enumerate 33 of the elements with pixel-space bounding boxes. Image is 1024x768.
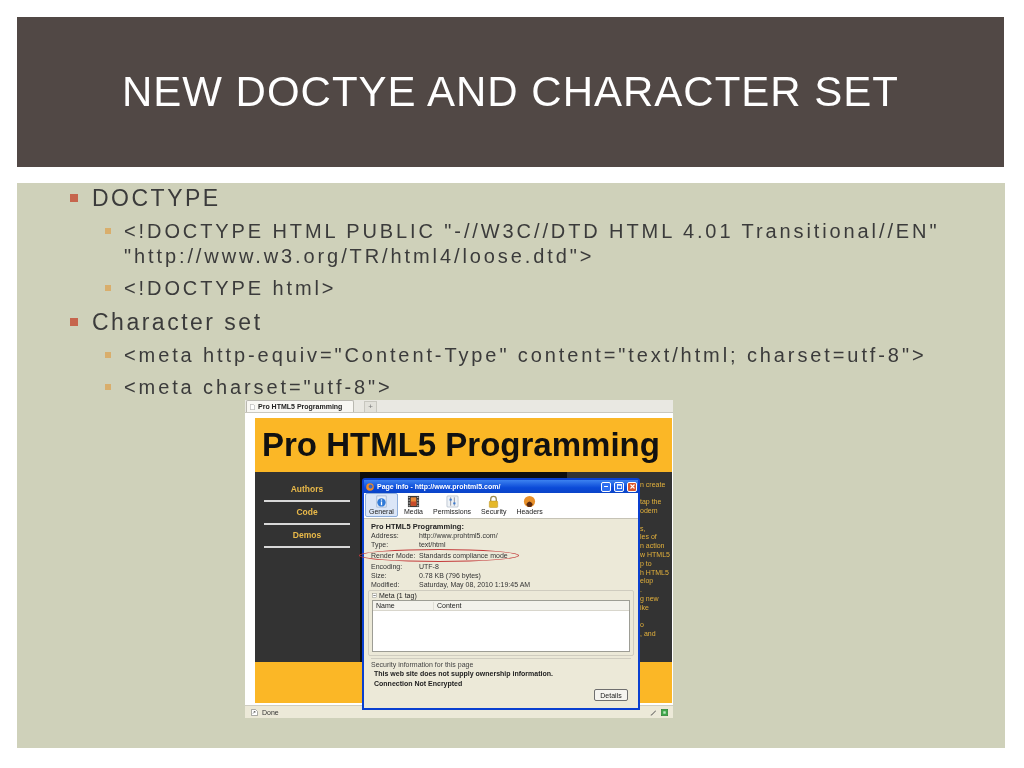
bullet-icon [70, 194, 78, 202]
new-tab-button[interactable]: + [364, 401, 377, 412]
sliders-icon [445, 495, 459, 508]
sub-bullet-text: <!DOCTYPE HTML PUBLIC "-//W3C//DTD HTML 4.01 Transitional//EN" "http://www.w3.org/TR/html4/loose.dtd"> [124, 219, 941, 269]
collapse-icon[interactable] [372, 593, 377, 598]
bullet-text: Character set [92, 308, 263, 336]
close-button[interactable] [627, 481, 637, 492]
maximize-button[interactable] [614, 481, 624, 492]
site-heading: Pro HTML5 Programming [262, 426, 660, 464]
minimize-icon [604, 485, 608, 488]
sub-bullet-text: <meta http-equiv="Content-Type" content="text/html; charset=utf-8"> [124, 343, 927, 368]
bullet-icon [105, 352, 111, 358]
orb-icon [523, 495, 537, 508]
globe-icon [366, 482, 374, 491]
sub-bullet-text: <!DOCTYPE html> [124, 276, 337, 301]
page-icon [251, 708, 258, 716]
bullet-text: DOCTYPE [92, 184, 221, 212]
sub-bullet-text: <meta charset="utf-8"> [124, 375, 393, 400]
nav-link[interactable]: Demos [292, 528, 322, 542]
bullet-icon [70, 318, 78, 326]
info-icon [374, 495, 388, 508]
bullet-icon [105, 285, 111, 291]
indicator-icon [661, 708, 668, 716]
bullet-icon [105, 228, 111, 234]
nav-link[interactable]: Code [296, 505, 318, 519]
padlock-icon [487, 495, 501, 508]
close-icon [629, 484, 635, 489]
page-icon [250, 403, 255, 410]
bullet-icon [105, 384, 111, 390]
minimize-button[interactable] [601, 481, 611, 492]
slide-title: NEW DOCTYE AND CHARACTER SET [121, 68, 900, 116]
nav-link[interactable]: Authors [290, 482, 324, 496]
maximize-icon [616, 484, 622, 489]
